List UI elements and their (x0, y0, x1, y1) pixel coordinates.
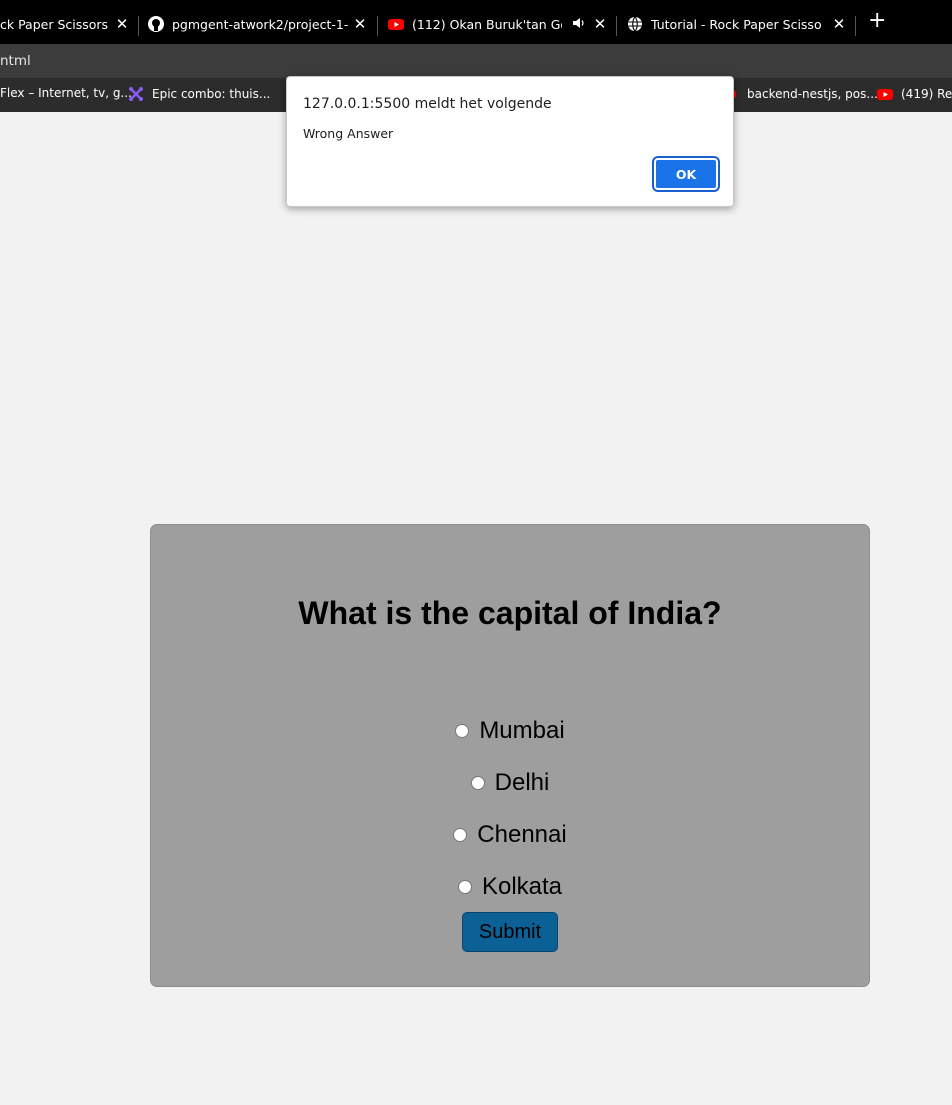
option-kolkata[interactable]: Kolkata (151, 861, 869, 913)
tab-title: (112) Okan Buruk'tan Gomis'e (412, 16, 562, 32)
tab-title: pgmgent-atwork2/project-1---wo (172, 16, 348, 32)
tab-title: Tutorial - Rock Paper Scissors (651, 16, 821, 32)
quiz-question: What is the capital of India? (298, 595, 722, 631)
bookmark-backend-nestjs[interactable]: backend-nestjs, pos... (726, 86, 878, 102)
tab-github[interactable]: pgmgent-atwork2/project-1---wo ✕ (148, 4, 370, 44)
tab-divider (138, 16, 139, 36)
dialog-origin: 127.0.0.1:5500 meldt het volgende (303, 96, 552, 112)
close-tab-icon[interactable]: ✕ (832, 17, 846, 32)
ok-button[interactable]: OK (652, 156, 720, 192)
bookmark-label: Epic combo: thuis... (152, 87, 271, 101)
tab-youtube[interactable]: (112) Okan Buruk'tan Gomis'e ✕ (388, 4, 610, 44)
radio-button[interactable] (453, 828, 468, 842)
close-tab-icon[interactable]: ✕ (115, 17, 129, 32)
tab-divider (855, 16, 856, 36)
option-chennai[interactable]: Chennai (151, 809, 869, 861)
bookmark-epic-combo[interactable]: Epic combo: thuis... (128, 86, 270, 102)
option-label: Chennai (477, 821, 567, 848)
youtube-icon (388, 19, 404, 30)
quiz-card: What is the capital of India? Mumbai Del… (150, 524, 870, 987)
tab-rock-paper-scissors[interactable]: ck Paper Scissors ✕ (0, 4, 130, 44)
option-label: Delhi (494, 769, 550, 796)
bookmark-flex[interactable]: Flex – Internet, tv, g... (0, 86, 132, 100)
url-text[interactable]: ntml (0, 53, 31, 69)
tab-divider (616, 16, 617, 36)
bookmark-label: (419) Read (901, 87, 952, 101)
radio-button[interactable] (457, 880, 472, 894)
browser-tab-strip: ck Paper Scissors ✕ pgmgent-atwork2/proj… (0, 0, 952, 44)
radio-button[interactable] (455, 724, 470, 738)
bookmark-youtube[interactable]: (419) Read (877, 86, 952, 102)
tab-tutorial-rock-paper-scissors[interactable]: Tutorial - Rock Paper Scissors ✕ (627, 4, 849, 44)
answer-options: Mumbai Delhi Chennai Kolkata (151, 705, 869, 913)
bookmark-label: Flex – Internet, tv, g... (0, 86, 132, 100)
submit-button[interactable]: Submit (462, 912, 558, 952)
youtube-icon (877, 89, 893, 100)
option-label: Kolkata (481, 873, 563, 900)
tab-title: ck Paper Scissors (0, 16, 108, 32)
close-tab-icon[interactable]: ✕ (593, 17, 607, 32)
globe-icon (628, 16, 642, 32)
address-bar[interactable]: ntml (0, 44, 952, 78)
option-label: Mumbai (479, 717, 565, 744)
close-tab-icon[interactable]: ✕ (353, 17, 367, 32)
tab-divider (377, 16, 378, 36)
dialog-message: Wrong Answer (303, 126, 394, 141)
epic-combo-icon (129, 87, 143, 101)
alert-dialog: 127.0.0.1:5500 meldt het volgende Wrong … (286, 76, 734, 207)
new-tab-icon[interactable]: + (868, 10, 886, 32)
radio-button[interactable] (470, 776, 485, 790)
option-delhi[interactable]: Delhi (151, 757, 869, 809)
speaker-icon[interactable] (572, 16, 586, 30)
github-icon (148, 16, 164, 32)
option-mumbai[interactable]: Mumbai (151, 705, 869, 757)
bookmark-label: backend-nestjs, pos... (747, 87, 878, 101)
